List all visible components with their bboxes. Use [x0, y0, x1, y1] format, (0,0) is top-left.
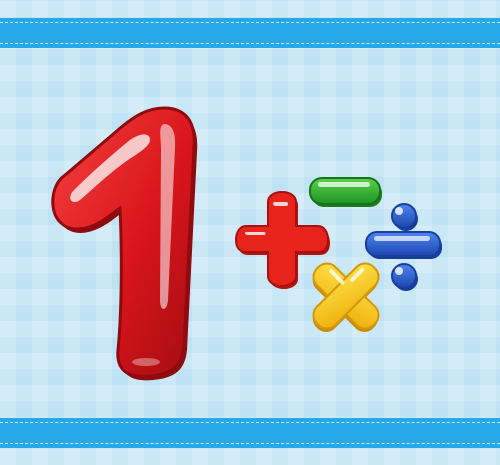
number-one-icon: [51, 106, 198, 381]
math-illustration: [51, 106, 442, 381]
minus-icon: [309, 177, 382, 207]
game-scene: [0, 0, 500, 465]
